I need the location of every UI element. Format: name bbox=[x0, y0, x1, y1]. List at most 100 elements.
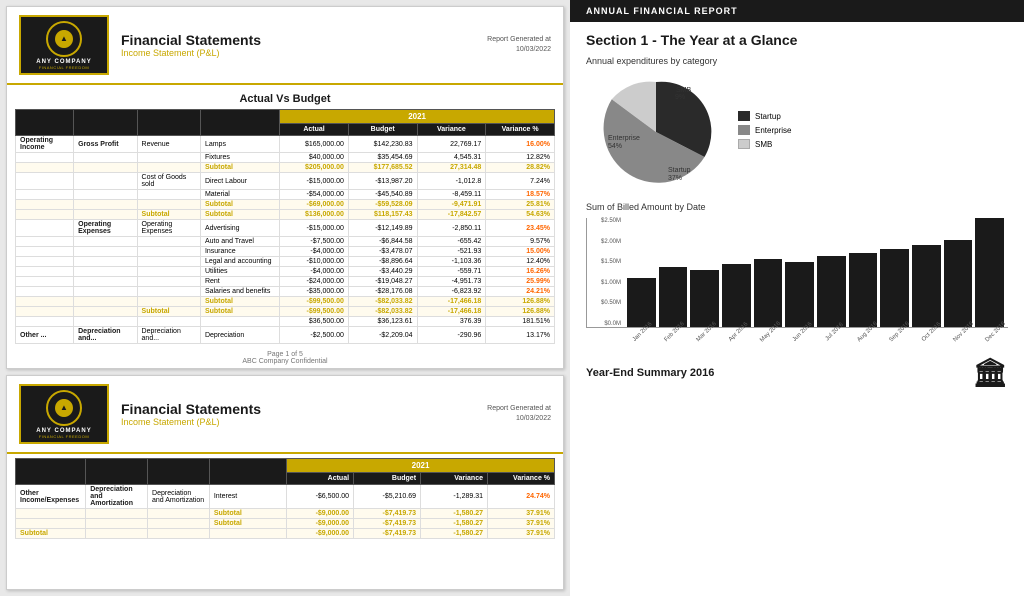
bars-container bbox=[623, 218, 1008, 327]
y-label-150: $1.50M bbox=[589, 259, 621, 265]
year-header: 2021 bbox=[280, 110, 555, 124]
td-variance: -17,842.57 bbox=[417, 210, 486, 220]
td-category bbox=[16, 247, 74, 257]
td-vpct: 7.24% bbox=[486, 173, 555, 190]
td-budget: -$6,844.58 bbox=[348, 237, 417, 247]
td-vpct: 28.82% bbox=[486, 163, 555, 173]
td-category bbox=[16, 210, 74, 220]
td-item bbox=[200, 317, 279, 327]
td-type: Depreciation and... bbox=[74, 327, 137, 344]
legend-startup: Startup bbox=[738, 111, 791, 121]
smb-pie-label: SMB bbox=[676, 87, 692, 94]
enterprise-pie-label: Enterprise bbox=[608, 135, 640, 142]
td-item: Legal and accounting bbox=[200, 257, 279, 267]
td-variance: -4,951.73 bbox=[417, 277, 486, 287]
td2-category: Subtotal bbox=[16, 529, 86, 539]
td2-vpct: 37.91% bbox=[488, 519, 555, 529]
td2-item: Subtotal bbox=[209, 519, 286, 529]
td-actual: -$99,500.00 bbox=[280, 307, 349, 317]
th-variance: Variance bbox=[417, 124, 486, 136]
td-budget: -$59,528.09 bbox=[348, 200, 417, 210]
td-category bbox=[16, 317, 74, 327]
td-type bbox=[74, 277, 137, 287]
td-item: Subtotal bbox=[200, 297, 279, 307]
th-item-type bbox=[137, 110, 200, 136]
td-variance: -9,471.91 bbox=[417, 200, 486, 210]
td-budget: $118,157.43 bbox=[348, 210, 417, 220]
td-category bbox=[16, 220, 74, 237]
td-type bbox=[74, 153, 137, 163]
td-vpct: 12.82% bbox=[486, 153, 555, 163]
td-vpct: 24.21% bbox=[486, 287, 555, 297]
td-type bbox=[74, 307, 137, 317]
th-type bbox=[74, 110, 137, 136]
year-header-2: 2021 bbox=[287, 459, 555, 473]
td-category: Operating Income bbox=[16, 136, 74, 153]
td-budget: -$3,440.29 bbox=[348, 267, 417, 277]
td2-actual: -$9,000.00 bbox=[287, 529, 354, 539]
td-category bbox=[16, 173, 74, 190]
td-item-type: Revenue bbox=[137, 136, 200, 153]
td-category: Other ... bbox=[16, 327, 74, 344]
td-type: Operating Expenses bbox=[74, 220, 137, 237]
bar-3 bbox=[722, 264, 751, 327]
td-actual: -$15,000.00 bbox=[280, 173, 349, 190]
header-info-2: Financial Statements Income Statement (P… bbox=[121, 401, 487, 427]
td-budget: $177,685.52 bbox=[348, 163, 417, 173]
svg-text:37%: 37% bbox=[668, 175, 682, 182]
td-item: Insurance bbox=[200, 247, 279, 257]
th2-variance: Variance bbox=[421, 473, 488, 485]
td-category bbox=[16, 237, 74, 247]
td-type bbox=[74, 200, 137, 210]
td-actual: -$7,500.00 bbox=[280, 237, 349, 247]
td-actual: -$54,000.00 bbox=[280, 190, 349, 200]
td-item: Auto and Travel bbox=[200, 237, 279, 247]
bar-8 bbox=[880, 249, 909, 327]
td-type bbox=[74, 190, 137, 200]
td-item: Material bbox=[200, 190, 279, 200]
section-title: Section 1 - The Year at a Glance bbox=[586, 32, 1008, 48]
y-label-100: $1.00M bbox=[589, 280, 621, 286]
bar-chart-wrapper: $2.50M $2.00M $1.50M $1.00M $0.50M $0.0M… bbox=[586, 218, 1008, 348]
legend-smb: SMB bbox=[738, 139, 791, 149]
td-category bbox=[16, 153, 74, 163]
td-item-type: Cost of Goods sold bbox=[137, 173, 200, 190]
td-variance: 22,769.17 bbox=[417, 136, 486, 153]
td2-variance: -1,580.27 bbox=[421, 509, 488, 519]
td-item-type: Depreciation and... bbox=[137, 327, 200, 344]
td-actual: $36,500.00 bbox=[280, 317, 349, 327]
td-category bbox=[16, 163, 74, 173]
td-vpct: 13.17% bbox=[486, 327, 555, 344]
td-vpct: 181.51% bbox=[486, 317, 555, 327]
td-item: Advertising bbox=[200, 220, 279, 237]
td-item-type bbox=[137, 200, 200, 210]
report-title-2: Financial Statements bbox=[121, 401, 487, 417]
bar-10 bbox=[944, 240, 973, 327]
td-category bbox=[16, 190, 74, 200]
td-type bbox=[74, 267, 137, 277]
td2-item-type bbox=[148, 529, 210, 539]
td-type bbox=[74, 287, 137, 297]
td-item-type bbox=[137, 163, 200, 173]
y-label-200: $2.00M bbox=[589, 239, 621, 245]
report-subtitle: Income Statement (P&L) bbox=[121, 48, 487, 58]
td-item: Rent bbox=[200, 277, 279, 287]
legend-smb-color bbox=[738, 139, 750, 149]
td-actual: $205,000.00 bbox=[280, 163, 349, 173]
td-vpct: 12.40% bbox=[486, 257, 555, 267]
td-item: Depreciation bbox=[200, 327, 279, 344]
bar-chart-title: Sum of Billed Amount by Date bbox=[586, 202, 1008, 212]
td-type bbox=[74, 297, 137, 307]
bar-1 bbox=[659, 267, 688, 327]
td2-category bbox=[16, 519, 86, 529]
td-budget: -$82,033.82 bbox=[348, 307, 417, 317]
td2-vpct: 37.91% bbox=[488, 529, 555, 539]
td2-category bbox=[16, 509, 86, 519]
bar-chart: $2.50M $2.00M $1.50M $1.00M $0.50M $0.0M bbox=[586, 218, 1008, 328]
td-item-type bbox=[137, 287, 200, 297]
td-item-type bbox=[137, 247, 200, 257]
td-item: Direct Labour bbox=[200, 173, 279, 190]
td-budget: -$2,209.04 bbox=[348, 327, 417, 344]
startup-pie-label: Startup bbox=[668, 167, 691, 174]
td2-item: Subtotal bbox=[209, 509, 286, 519]
